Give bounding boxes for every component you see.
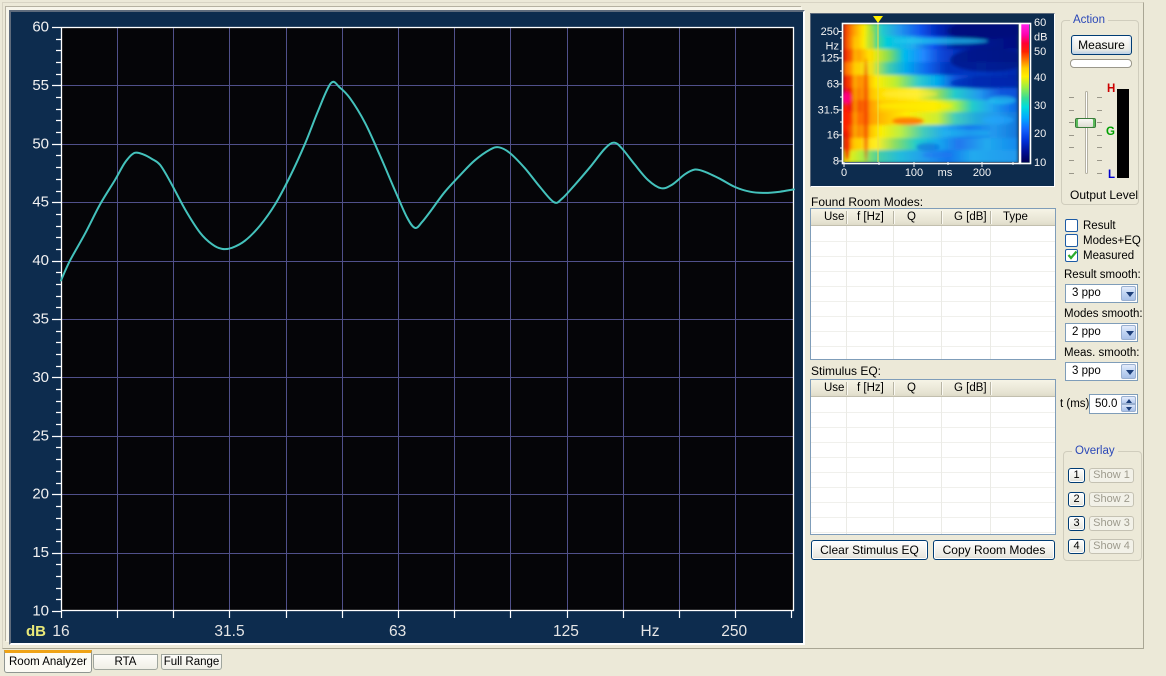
svg-text:31.5: 31.5 (818, 105, 839, 117)
svg-text:30: 30 (32, 369, 49, 386)
svg-text:16: 16 (827, 130, 839, 142)
svg-text:55: 55 (32, 77, 49, 94)
svg-text:250: 250 (821, 26, 839, 38)
svg-text:10: 10 (1034, 157, 1046, 169)
svg-text:0: 0 (841, 167, 847, 179)
svg-text:50: 50 (32, 135, 49, 152)
svg-text:63: 63 (389, 623, 406, 640)
svg-text:40: 40 (1034, 72, 1046, 84)
svg-text:63: 63 (827, 79, 839, 91)
svg-text:25: 25 (32, 427, 49, 444)
svg-text:15: 15 (32, 544, 49, 561)
svg-text:35: 35 (32, 311, 49, 328)
svg-text:ms: ms (938, 167, 953, 179)
svg-text:125: 125 (553, 623, 579, 640)
svg-text:Hz: Hz (641, 623, 660, 640)
svg-text:20: 20 (1034, 128, 1046, 140)
svg-text:125: 125 (821, 53, 839, 65)
svg-text:200: 200 (973, 167, 991, 179)
svg-text:Hz: Hz (826, 41, 839, 53)
svg-text:100: 100 (905, 167, 923, 179)
svg-text:40: 40 (32, 252, 49, 269)
svg-text:250: 250 (721, 623, 747, 640)
svg-text:30: 30 (1034, 100, 1046, 112)
svg-text:10: 10 (32, 603, 49, 620)
svg-text:60: 60 (32, 19, 49, 36)
svg-text:31.5: 31.5 (214, 623, 244, 640)
svg-text:60: 60 (1034, 17, 1046, 29)
svg-text:45: 45 (32, 194, 49, 211)
svg-text:dB: dB (26, 623, 46, 640)
svg-text:50: 50 (1034, 46, 1046, 58)
svg-text:20: 20 (32, 486, 49, 503)
svg-text:dB: dB (1034, 32, 1047, 44)
svg-text:16: 16 (52, 623, 69, 640)
